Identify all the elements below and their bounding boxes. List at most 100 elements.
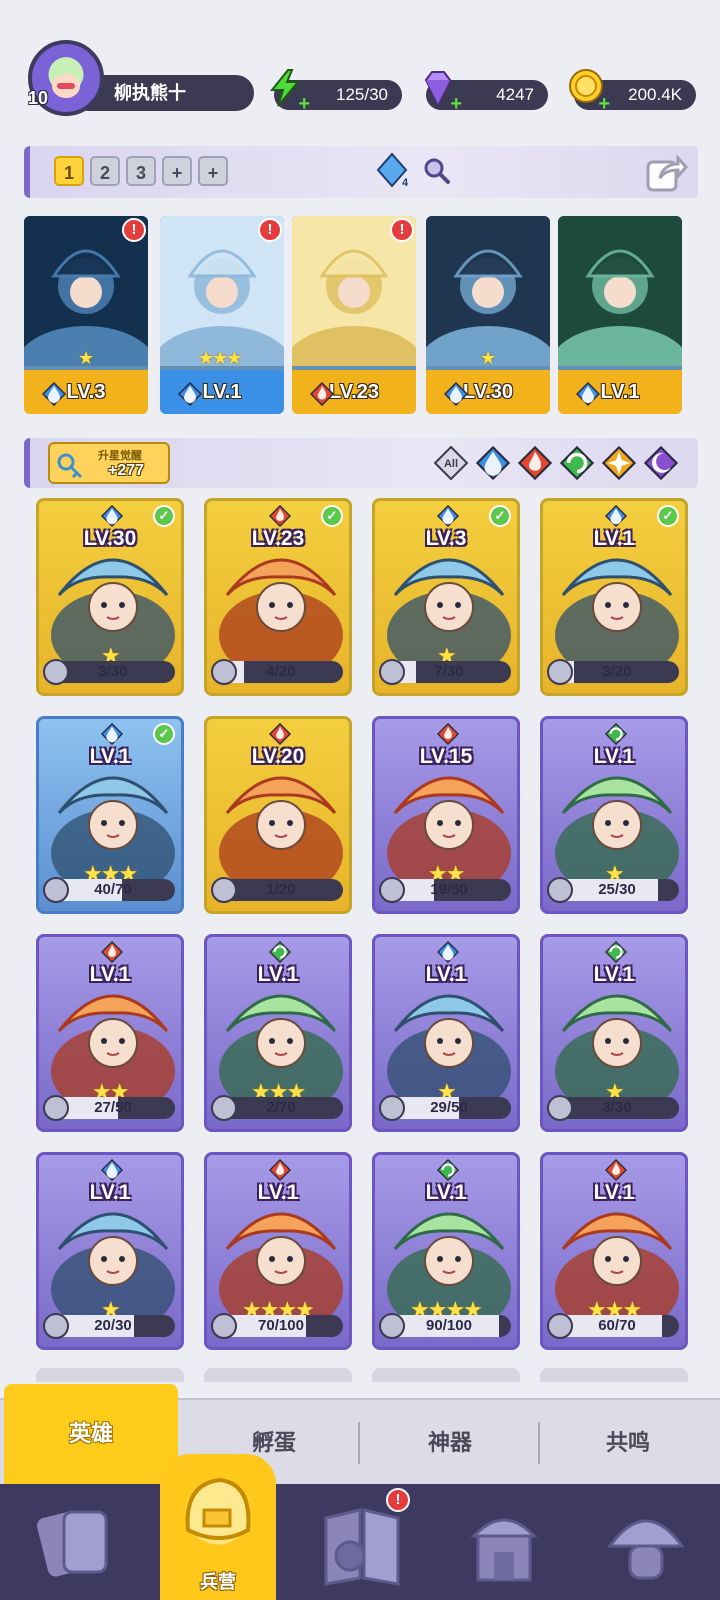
filter-all[interactable]: All — [433, 445, 469, 481]
team-member-card[interactable]: LV.30 ★ — [426, 216, 550, 414]
nav-cards[interactable] — [24, 1496, 124, 1592]
add-coins-icon[interactable]: + — [594, 94, 610, 114]
shard-progress-bar: 3/30 — [555, 1097, 679, 1119]
shard-progress-bar: 7/30 — [387, 661, 511, 683]
water-element-icon — [604, 504, 628, 528]
wind-element-icon — [604, 940, 628, 964]
team-member-card[interactable]: LV.1 — [558, 216, 682, 414]
filter-fire[interactable] — [517, 445, 553, 481]
coin-counter[interactable]: + 200.4K — [569, 69, 696, 114]
hero-card[interactable]: LV.3 ★ 7/30 ✓ — [372, 498, 520, 696]
hero-card[interactable]: LV.1 ★★ 27/50 — [36, 934, 184, 1132]
gem-value: 4247 — [496, 85, 534, 104]
alert-icon: ! — [390, 218, 414, 242]
guild-mushroom-icon — [607, 1519, 685, 1580]
team-gem-count: 4 — [402, 177, 409, 189]
hero-card[interactable]: LV.1 ★ 25/30 — [540, 716, 688, 914]
fire-element-icon — [268, 722, 292, 746]
water-element-icon — [436, 940, 460, 964]
next-row-card-edge — [372, 1368, 520, 1382]
alert-icon: ! — [258, 218, 282, 242]
wind-element-icon — [268, 940, 292, 964]
shard-icon — [379, 1095, 405, 1121]
hero-level: LV.20 — [251, 745, 305, 768]
cards-icon — [37, 1510, 108, 1577]
water-element-icon — [100, 722, 124, 746]
add-energy-icon[interactable]: + — [294, 94, 310, 114]
shard-icon — [547, 659, 573, 685]
filter-water[interactable] — [475, 445, 511, 481]
awaken-key-counter[interactable]: 升星觉醒 +277 — [48, 442, 170, 484]
team-member-level: LV.23 — [328, 381, 380, 403]
shard-count: 19/50 — [430, 881, 468, 898]
team-slot-2[interactable]: 2 — [90, 156, 120, 186]
deployed-check-icon: ✓ — [153, 723, 175, 745]
shard-progress-bar: 29/50 — [387, 1097, 511, 1119]
shard-progress-bar: 1/20 — [219, 879, 343, 901]
team-slot-1[interactable]: 1 — [54, 156, 84, 186]
gem-counter[interactable]: + 4247 — [424, 71, 548, 114]
hero-level: LV.30 — [83, 527, 137, 550]
hero-card[interactable]: LV.1 ★★★ 60/70 — [540, 1152, 688, 1350]
shard-count: 25/30 — [598, 881, 636, 898]
light-filter-icon — [601, 445, 637, 481]
filter-wind[interactable] — [559, 445, 595, 481]
filter-light[interactable] — [601, 445, 637, 481]
hero-level: LV.1 — [593, 1181, 635, 1204]
tab-heroes[interactable]: 英雄 — [4, 1384, 178, 1486]
water-filter-icon — [475, 445, 511, 481]
next-row-card-edge — [36, 1368, 184, 1382]
dark-filter-icon — [643, 445, 679, 481]
hero-level: LV.1 — [89, 1181, 131, 1204]
fire-element-icon — [604, 1158, 628, 1182]
hero-card[interactable]: LV.15 ★★ 19/50 — [372, 716, 520, 914]
hero-portrait — [558, 216, 682, 366]
energy-counter[interactable]: + 125/30 — [269, 69, 402, 114]
hero-card[interactable]: LV.1 ★★★★ 90/100 — [372, 1152, 520, 1350]
hero-level: LV.1 — [425, 963, 467, 986]
team-member-card[interactable]: LV.1 ★★★! — [160, 216, 284, 414]
hero-card[interactable]: LV.20 1/20 — [204, 716, 352, 914]
nav-shop[interactable] — [454, 1496, 554, 1592]
shard-progress-bar: 25/30 — [555, 879, 679, 901]
shard-icon — [43, 877, 69, 903]
shard-count: 40/70 — [94, 881, 132, 898]
fire-element-icon — [436, 722, 460, 746]
hero-card[interactable]: LV.1 ★★★★ 70/100 — [204, 1152, 352, 1350]
shard-progress-bar: 3/20 — [555, 661, 679, 683]
shard-icon — [211, 659, 237, 685]
team-member-level: LV.30 — [462, 381, 514, 403]
nav-barracks[interactable]: 兵营 — [160, 1454, 276, 1600]
add-gems-icon[interactable]: + — [446, 94, 462, 114]
shard-icon — [547, 1095, 573, 1121]
team-member-card[interactable]: LV.3 ★! — [24, 216, 148, 414]
hero-card[interactable]: LV.1 ★ 3/30 — [540, 934, 688, 1132]
hero-card[interactable]: LV.1 ★ 20/30 — [36, 1152, 184, 1350]
shard-count: 29/50 — [430, 1099, 468, 1116]
water-element-icon — [575, 381, 601, 407]
hero-level: LV.23 — [251, 527, 305, 550]
add-team-slot-button[interactable]: + — [198, 156, 228, 186]
hero-card[interactable]: LV.1 3/20 ✓ — [540, 498, 688, 696]
hero-card[interactable]: LV.30 ★ 3/30 ✓ — [36, 498, 184, 696]
shard-count: 4/20 — [266, 663, 296, 680]
nav-map[interactable]: ! — [312, 1488, 412, 1592]
shard-count: 1/20 — [266, 881, 296, 898]
filter-dark[interactable] — [643, 445, 679, 481]
shard-icon — [211, 1313, 237, 1339]
hero-card[interactable]: LV.1 ★ 29/50 — [372, 934, 520, 1132]
hero-card[interactable]: LV.1 ★★★ 40/70 ✓ — [36, 716, 184, 914]
share-icon[interactable] — [644, 150, 688, 194]
add-team-slot-button[interactable]: + — [162, 156, 192, 186]
nav-guild[interactable] — [596, 1496, 696, 1592]
water-element-icon — [100, 1158, 124, 1182]
tab-artifacts[interactable]: 神器 — [362, 1400, 538, 1486]
barracks-helmet-icon — [185, 1477, 251, 1540]
hero-card[interactable]: LV.1 ★★★ 2/70 — [204, 934, 352, 1132]
team-member-card[interactable]: LV.23 ! — [292, 216, 416, 414]
search-icon[interactable] — [422, 156, 452, 186]
shard-icon — [43, 1313, 69, 1339]
tab-resonance[interactable]: 共鸣 — [540, 1400, 716, 1486]
team-slot-3[interactable]: 3 — [126, 156, 156, 186]
hero-card[interactable]: LV.23 4/20 ✓ — [204, 498, 352, 696]
